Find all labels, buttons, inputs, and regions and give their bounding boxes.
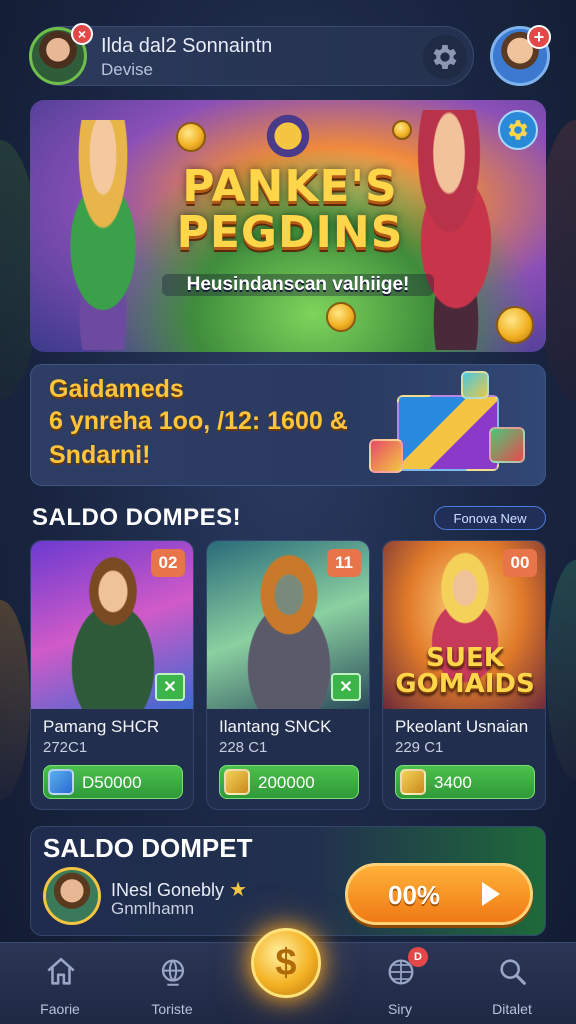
check-icon: ✕ bbox=[331, 673, 361, 701]
nav-label: Faorie bbox=[40, 1001, 80, 1017]
close-badge[interactable]: × bbox=[71, 23, 93, 45]
view-new-button[interactable]: Fonova New bbox=[434, 506, 546, 530]
nav-item-siry[interactable]: D Siry bbox=[360, 947, 440, 1019]
game-title: Pkeolant Usnaian bbox=[395, 717, 529, 736]
user-name: Ilda dal2 Sonnaintn bbox=[101, 35, 273, 57]
game-card[interactable]: 02 ✕ Pamang SHCR 272C1 D50000 bbox=[30, 540, 194, 810]
game-value: D50000 bbox=[82, 773, 142, 792]
hero-banner[interactable]: PANKE'S PEGDINS Heusindanscan valhiige! bbox=[30, 100, 546, 352]
gem-box-icon bbox=[48, 769, 74, 795]
coin-center-button[interactable]: $ bbox=[251, 928, 321, 998]
user-header[interactable]: × Ilda dal2 Sonnaintn Devise bbox=[29, 23, 474, 86]
hero-characters-left bbox=[38, 120, 168, 350]
hero-subtitle: Heusindanscan valhiige! bbox=[162, 274, 434, 296]
background-decoration-left bbox=[0, 600, 30, 800]
wallet-user-subtitle: Gnmlhamn bbox=[111, 899, 195, 918]
nav-item-faorie[interactable]: Faorie bbox=[20, 953, 100, 1019]
hero-settings-button[interactable] bbox=[498, 110, 538, 150]
game-value-button[interactable]: 3400 bbox=[395, 765, 535, 799]
wallet-action-button[interactable]: 00% bbox=[345, 863, 533, 925]
coin-icon bbox=[326, 302, 356, 332]
settings-button[interactable] bbox=[423, 35, 467, 79]
notification-badge: D bbox=[408, 947, 428, 967]
promo-line-3: Sndarni! bbox=[49, 441, 151, 469]
gift-box-icon bbox=[369, 439, 403, 473]
section-title: SALDO DOMPES! bbox=[32, 504, 242, 531]
promo-line-2: 6 ynreha 1oo, /12: 1600 & bbox=[49, 407, 348, 435]
nav-item-ditalet[interactable]: Ditalet bbox=[472, 953, 552, 1019]
game-value: 200000 bbox=[258, 773, 315, 792]
coin-icon bbox=[392, 120, 412, 140]
game-subtitle: 272C1 bbox=[43, 739, 88, 756]
star-icon: ★ bbox=[229, 879, 248, 901]
gold-box-icon bbox=[224, 769, 250, 795]
game-subtitle: 228 C1 bbox=[219, 739, 268, 756]
game-value-button[interactable]: D50000 bbox=[43, 765, 183, 799]
nav-item-toriste[interactable]: Toriste bbox=[132, 953, 212, 1019]
wallet-button-label: 00% bbox=[388, 880, 441, 910]
gear-icon bbox=[433, 45, 457, 69]
gift-boxes-icon bbox=[369, 371, 539, 483]
globe-icon bbox=[161, 959, 185, 986]
game-subtitle: 229 C1 bbox=[395, 739, 444, 756]
game-title: Ilantang SNCK bbox=[219, 717, 332, 736]
wallet-title: SALDO DOMPET bbox=[43, 833, 253, 863]
game-art-logo: SUEK GOMAIDS bbox=[395, 643, 535, 699]
game-card[interactable]: 00 SUEK GOMAIDS Pkeolant Usnaian 229 C1 … bbox=[382, 540, 546, 810]
wallet-avatar[interactable] bbox=[43, 867, 101, 925]
game-number-badge: 00 bbox=[503, 549, 537, 577]
profile-button[interactable]: + bbox=[490, 25, 551, 86]
wallet-panel: SALDO DOMPET INesl Gonebly ★ Gnmlhamn 00… bbox=[30, 826, 546, 936]
background-decoration-right bbox=[546, 560, 576, 780]
hero-title-line1: PANKE'S bbox=[182, 161, 398, 212]
check-icon: ✕ bbox=[155, 673, 185, 701]
nav-label: Ditalet bbox=[492, 1001, 532, 1017]
nav-label: Toriste bbox=[151, 1001, 193, 1017]
play-arrow-icon bbox=[482, 882, 500, 906]
nav-label: Siry bbox=[387, 1001, 413, 1017]
coin-icon bbox=[176, 122, 206, 152]
home-icon bbox=[47, 957, 75, 985]
gear-icon bbox=[508, 120, 528, 140]
user-subtitle: Devise bbox=[101, 60, 153, 79]
game-number-badge: 11 bbox=[327, 549, 361, 577]
game-title: Pamang SHCR bbox=[43, 717, 160, 736]
search-icon bbox=[500, 959, 526, 985]
wallet-user-name-text: INesl Gonebly bbox=[111, 880, 225, 900]
promo-card[interactable]: Gaidameds 6 ynreha 1oo, /12: 1600 & Snda… bbox=[30, 364, 546, 486]
game-value: 3400 bbox=[434, 773, 472, 792]
plus-icon[interactable]: + bbox=[527, 25, 551, 49]
gift-box-icon bbox=[461, 371, 489, 399]
promo-line-1: Gaidameds bbox=[49, 375, 184, 403]
hero-title-line2: PEGDINS bbox=[176, 207, 404, 258]
gift-box-icon bbox=[489, 427, 525, 463]
gift-box-icon bbox=[397, 395, 499, 471]
gold-box-icon bbox=[400, 769, 426, 795]
coin-icon bbox=[496, 306, 534, 344]
crest-icon bbox=[260, 110, 316, 162]
game-number-badge: 02 bbox=[151, 549, 185, 577]
game-card[interactable]: 11 ✕ Ilantang SNCK 228 C1 200000 bbox=[206, 540, 370, 810]
game-value-button[interactable]: 200000 bbox=[219, 765, 359, 799]
hero-title: PANKE'S PEGDINS bbox=[160, 164, 420, 256]
